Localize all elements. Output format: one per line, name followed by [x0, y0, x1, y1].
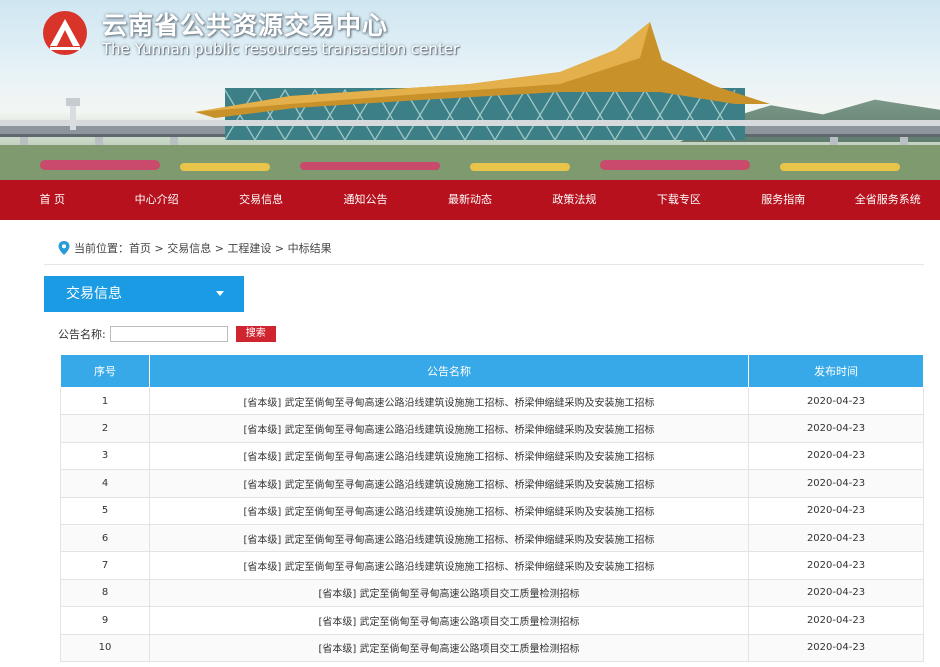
- table-row: 7 [省本级] 武定至倘甸至寻甸高速公路沿线建筑设施施工招标、桥梁伸缩缝采购及安装…: [60, 551, 924, 580]
- site-subtitle: The Yunnan public resources transaction …: [102, 40, 460, 58]
- row-index: 8: [60, 578, 150, 608]
- row-title-link[interactable]: [省本级] 武定至倘甸至寻甸高速公路沿线建筑设施施工招标、桥梁伸缩缝采购及安装施…: [149, 469, 749, 498]
- table-row: 4 [省本级] 武定至倘甸至寻甸高速公路沿线建筑设施施工招标、桥梁伸缩缝采购及安装…: [60, 469, 924, 498]
- search-bar: 公告名称: 搜索: [58, 326, 276, 342]
- row-index: 2: [60, 414, 150, 443]
- row-title-link[interactable]: [省本级] 武定至倘甸至寻甸高速公路沿线建筑设施施工招标、桥梁伸缩缝采购及安装施…: [149, 386, 749, 416]
- table-row: 1 [省本级] 武定至倘甸至寻甸高速公路沿线建筑设施施工招标、桥梁伸缩缝采购及安装…: [60, 386, 924, 416]
- sidebar-dropdown-trading-info[interactable]: 交易信息: [44, 276, 244, 312]
- row-index: 7: [60, 551, 150, 580]
- row-index: 1: [60, 386, 150, 416]
- breadcrumb-item-trading-info[interactable]: 交易信息: [167, 240, 211, 256]
- divider: [44, 264, 924, 265]
- row-index: 3: [60, 441, 150, 471]
- nav-item-downloads[interactable]: 下载专区: [627, 180, 731, 220]
- column-header-date: 发布时间: [748, 354, 924, 388]
- nav-item-latest-news[interactable]: 最新动态: [418, 180, 522, 220]
- breadcrumb-prefix: 当前位置：: [74, 242, 129, 255]
- sidebar-dropdown-label: 交易信息: [66, 286, 122, 302]
- row-title-link[interactable]: [省本级] 武定至倘甸至寻甸高速公路沿线建筑设施施工招标、桥梁伸缩缝采购及安装施…: [149, 441, 749, 471]
- breadcrumb-separator: >: [211, 241, 228, 255]
- row-publish-date: 2020-04-23: [748, 441, 924, 471]
- row-title-link[interactable]: [省本级] 武定至倘甸至寻甸高速公路项目交工质量检测招标: [149, 633, 749, 662]
- row-title-link[interactable]: [省本级] 武定至倘甸至寻甸高速公路项目交工质量检测招标: [149, 606, 749, 635]
- table-row: 9 [省本级] 武定至倘甸至寻甸高速公路项目交工质量检测招标 2020-04-23: [60, 606, 924, 635]
- nav-item-notices[interactable]: 通知公告: [313, 180, 417, 220]
- breadcrumb-item-engineering[interactable]: 工程建设: [227, 240, 271, 256]
- location-pin-icon: [58, 241, 70, 255]
- row-publish-date: 2020-04-23: [748, 386, 924, 416]
- row-publish-date: 2020-04-23: [748, 496, 924, 525]
- row-publish-date: 2020-04-23: [748, 523, 924, 553]
- row-title-link[interactable]: [省本级] 武定至倘甸至寻甸高速公路沿线建筑设施施工招标、桥梁伸缩缝采购及安装施…: [149, 551, 749, 580]
- nav-item-about[interactable]: 中心介绍: [104, 180, 208, 220]
- main-nav: 首 页 中心介绍 交易信息 通知公告 最新动态 政策法规 下载专区 服务指南 全…: [0, 180, 940, 220]
- table-row: 6 [省本级] 武定至倘甸至寻甸高速公路沿线建筑设施施工招标、桥梁伸缩缝采购及安装…: [60, 523, 924, 553]
- row-publish-date: 2020-04-23: [748, 606, 924, 635]
- row-index: 10: [60, 633, 150, 662]
- row-publish-date: 2020-04-23: [748, 551, 924, 580]
- breadcrumb-item-bid-results: 中标结果: [287, 242, 332, 255]
- column-header-name: 公告名称: [149, 354, 749, 388]
- caret-down-icon: [216, 291, 224, 296]
- table-row: 10 [省本级] 武定至倘甸至寻甸高速公路项目交工质量检测招标 2020-04-23: [60, 633, 924, 662]
- search-label: 公告名称:: [58, 328, 106, 341]
- table-row: 3 [省本级] 武定至倘甸至寻甸高速公路沿线建筑设施施工招标、桥梁伸缩缝采购及安装…: [60, 441, 924, 471]
- nav-item-policies[interactable]: 政策法规: [522, 180, 626, 220]
- site-title: 云南省公共资源交易中心: [102, 11, 389, 40]
- announcement-name-input[interactable]: [109, 326, 228, 342]
- table-header-row: 序号 公告名称 发布时间: [60, 354, 924, 388]
- logo-mark-icon: [43, 11, 87, 55]
- nav-item-service-guide[interactable]: 服务指南: [731, 180, 835, 220]
- column-header-index: 序号: [60, 354, 150, 388]
- announcement-table: 序号 公告名称 发布时间 1 [省本级] 武定至倘甸至寻甸高速公路沿线建筑设施施工…: [60, 354, 924, 662]
- breadcrumb-separator: >: [271, 241, 288, 255]
- row-title-link[interactable]: [省本级] 武定至倘甸至寻甸高速公路沿线建筑设施施工招标、桥梁伸缩缝采购及安装施…: [149, 414, 749, 443]
- row-publish-date: 2020-04-23: [748, 414, 924, 443]
- row-index: 5: [60, 496, 150, 525]
- table-row: 8 [省本级] 武定至倘甸至寻甸高速公路项目交工质量检测招标 2020-04-23: [60, 578, 924, 608]
- breadcrumb: 当前位置： 首页 > 交易信息 > 工程建设 > 中标结果: [58, 240, 332, 256]
- row-publish-date: 2020-04-23: [748, 469, 924, 498]
- row-publish-date: 2020-04-23: [748, 633, 924, 662]
- row-title-link[interactable]: [省本级] 武定至倘甸至寻甸高速公路项目交工质量检测招标: [149, 578, 749, 608]
- header-banner: 云南省公共资源交易中心 The Yunnan public resources …: [0, 0, 940, 180]
- row-title-link[interactable]: [省本级] 武定至倘甸至寻甸高速公路沿线建筑设施施工招标、桥梁伸缩缝采购及安装施…: [149, 496, 749, 525]
- breadcrumb-item-home[interactable]: 首页: [129, 240, 151, 256]
- row-title-link[interactable]: [省本级] 武定至倘甸至寻甸高速公路沿线建筑设施施工招标、桥梁伸缩缝采购及安装施…: [149, 523, 749, 553]
- row-publish-date: 2020-04-23: [748, 578, 924, 608]
- table-row: 2 [省本级] 武定至倘甸至寻甸高速公路沿线建筑设施施工招标、桥梁伸缩缝采购及安装…: [60, 414, 924, 443]
- row-index: 4: [60, 469, 150, 498]
- nav-item-trading-info[interactable]: 交易信息: [209, 180, 313, 220]
- table-row: 5 [省本级] 武定至倘甸至寻甸高速公路沿线建筑设施施工招标、桥梁伸缩缝采购及安装…: [60, 496, 924, 525]
- row-index: 9: [60, 606, 150, 635]
- row-index: 6: [60, 523, 150, 553]
- nav-item-province-systems[interactable]: 全省服务系统: [836, 180, 940, 220]
- search-button[interactable]: 搜索: [235, 326, 276, 342]
- breadcrumb-separator: >: [151, 241, 168, 255]
- nav-item-home[interactable]: 首 页: [0, 180, 104, 220]
